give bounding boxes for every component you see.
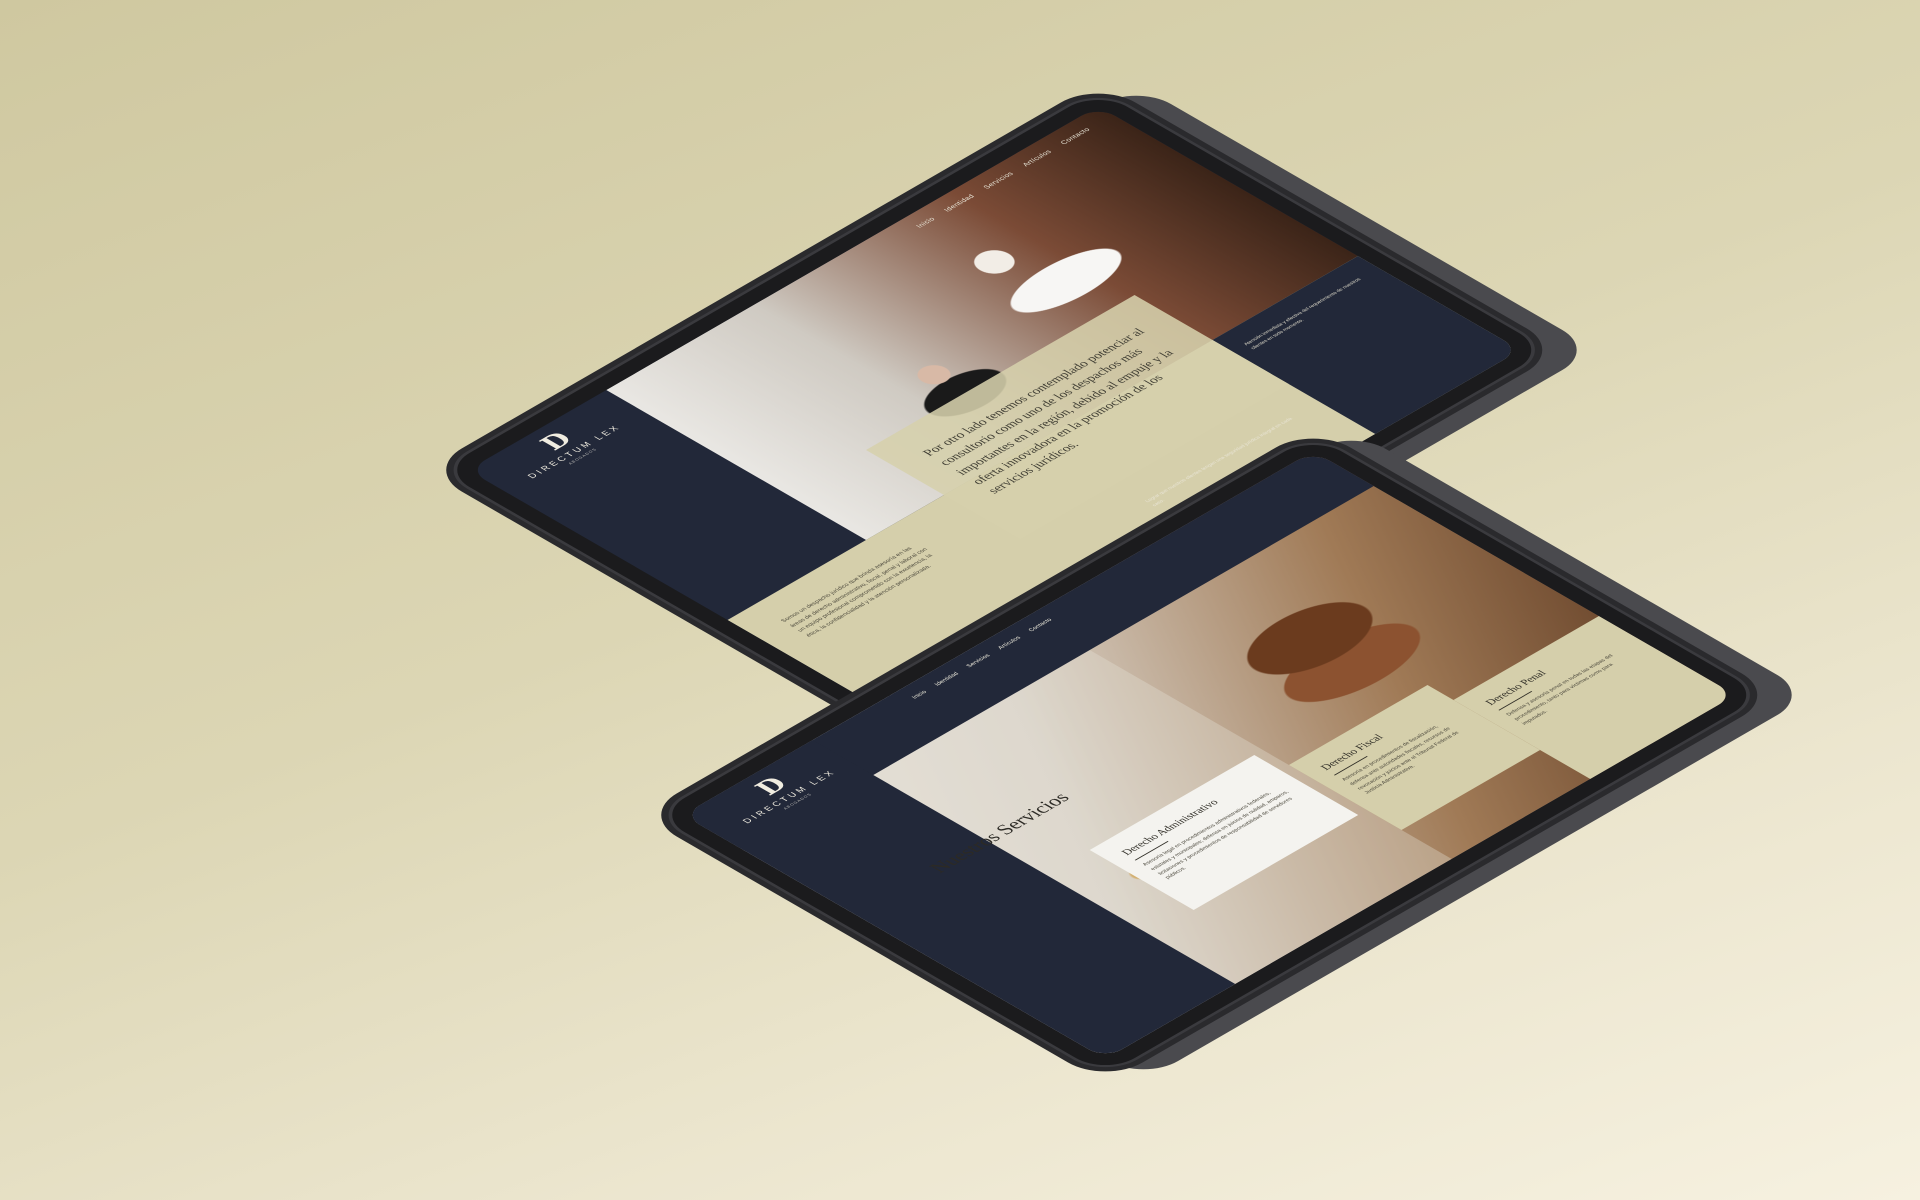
service-card-text: Asesoría en procedimientos de fiscalizac… — [1340, 724, 1461, 796]
mockup-scene: Atención inmediata y efectiva del requer… — [0, 0, 1920, 1200]
logo[interactable]: D DIRECTUM LEX ABOGADOS — [494, 405, 637, 488]
